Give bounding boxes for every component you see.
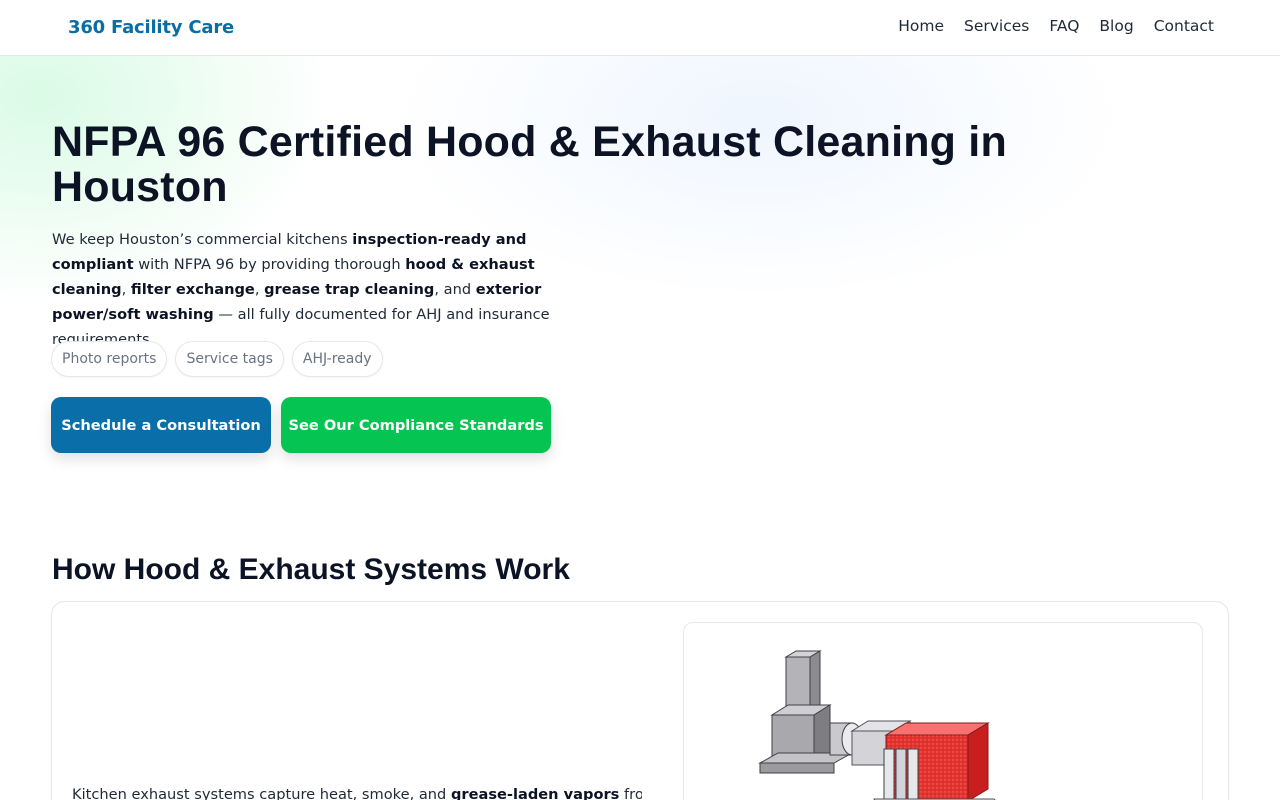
hero-desc-bold: filter exchange: [130, 281, 255, 298]
chip-service-tags: Service tags: [175, 341, 284, 377]
hero-desc-text: with NFPA 96 by providing thorough: [133, 256, 406, 273]
hero-desc-text: , and: [434, 281, 476, 298]
how-it-works-text-bold: grease-laden vapors: [450, 786, 620, 800]
nav-contact-link[interactable]: Contact: [1154, 17, 1214, 35]
compliance-standards-button[interactable]: See Our Compliance Standards: [281, 397, 551, 453]
brand-logo-link[interactable]: 360 Facility Care: [68, 17, 234, 38]
nav-blog-link[interactable]: Blog: [1099, 17, 1133, 35]
feature-chips: Photo reports Service tags AHJ-ready: [51, 341, 383, 377]
how-it-works-title: How Hood & Exhaust Systems Work: [52, 553, 570, 586]
hero-desc-text: ,: [121, 281, 131, 298]
chip-photo-reports: Photo reports: [51, 341, 168, 377]
exhaust-system-diagram-icon: [758, 650, 996, 800]
how-it-works-text: Kitchen exhaust systems capture heat, sm…: [72, 782, 642, 800]
hero-desc-text: We keep Houston’s commercial kitchens: [52, 231, 353, 248]
hero-title: NFPA 96 Certified Hood & Exhaust Cleanin…: [52, 118, 1007, 211]
nav-faq-link[interactable]: FAQ: [1049, 17, 1079, 35]
how-it-works-text-start: Kitchen exhaust systems capture heat, sm…: [72, 786, 451, 800]
how-it-works-text-end: from: [624, 786, 642, 800]
hero-description: We keep Houston’s commercial kitchens in…: [52, 227, 597, 352]
top-navigation-bar: 360 Facility Care Home Services FAQ Blog…: [0, 0, 1280, 56]
nav-services-link[interactable]: Services: [964, 17, 1029, 35]
how-it-works-card: Kitchen exhaust systems capture heat, sm…: [51, 601, 1229, 800]
exhaust-diagram-figure: [683, 622, 1203, 800]
schedule-consultation-button[interactable]: Schedule a Consultation: [51, 397, 271, 453]
hero-desc-bold: grease trap cleaning: [264, 281, 435, 298]
nav-home-link[interactable]: Home: [898, 17, 944, 35]
main-nav: Home Services FAQ Blog Contact: [898, 17, 1214, 35]
chip-ahj-ready: AHJ-ready: [291, 341, 383, 377]
hero-desc-text: ,: [254, 281, 265, 298]
